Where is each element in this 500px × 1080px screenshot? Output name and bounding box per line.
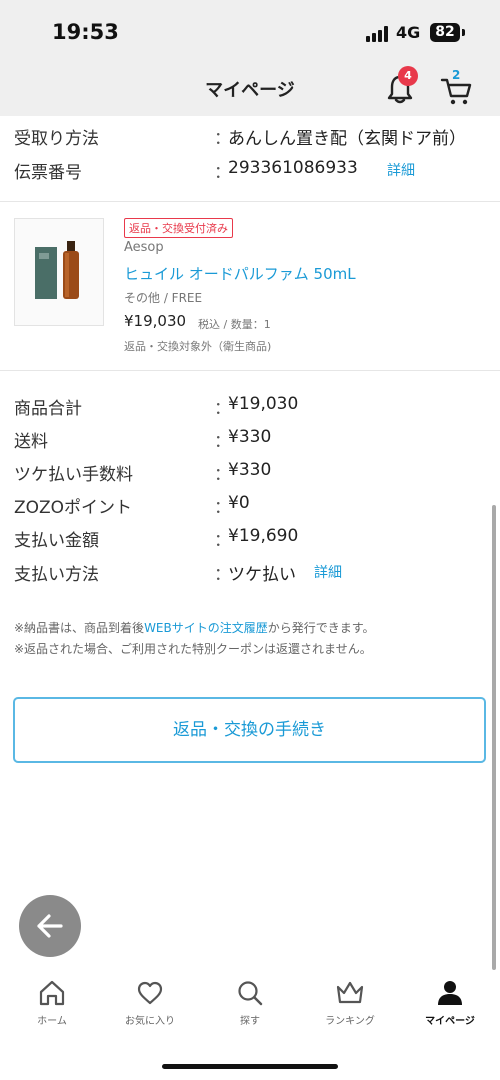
tracking-number-row: 伝票番号 ： 293361086933 詳細: [14, 158, 494, 184]
network-type: 4G: [396, 23, 421, 42]
shipping-method-value: あんしん置き配（玄関ドア前）: [228, 129, 466, 149]
tracking-number-value: 293361086933: [228, 158, 358, 178]
summary-row: 商品合計 ： ¥19,030: [14, 394, 494, 420]
summary-label: 送料: [14, 432, 48, 452]
heart-icon: [137, 981, 163, 1005]
summary-row: 支払い方法 ： ツケ払い 詳細: [14, 560, 494, 586]
status-time: 19:53: [52, 20, 119, 44]
tab-home[interactable]: ホーム: [2, 978, 102, 1027]
home-indicator: [162, 1064, 338, 1069]
shipping-method-row: 受取り方法 ： あんしん置き配（玄関ドア前）: [14, 124, 494, 150]
tab-label: マイページ: [425, 1016, 475, 1027]
return-status-tag: 返品・交換受付済み: [124, 218, 233, 238]
back-button[interactable]: [19, 895, 81, 957]
order-history-link[interactable]: WEBサイトの注文履歴: [144, 621, 268, 635]
divider: [0, 201, 500, 202]
summary-value: ¥19,030: [228, 394, 299, 414]
person-icon: [438, 981, 462, 1005]
cart-count: 2: [452, 68, 461, 82]
tab-label: ランキング: [325, 1016, 375, 1027]
tracking-number-label: 伝票番号: [14, 163, 82, 183]
tab-search[interactable]: 探す: [200, 978, 300, 1027]
crown-icon: [336, 981, 364, 1004]
product-name-link[interactable]: ヒュイル オードパルファム 50mL: [124, 263, 356, 284]
summary-label: 商品合計: [14, 399, 82, 419]
product-variant: その他 / FREE: [124, 291, 203, 305]
tab-favorites[interactable]: お気に入り: [100, 978, 200, 1027]
tab-label: お気に入り: [125, 1016, 175, 1027]
return-exchange-button[interactable]: 返品・交換の手続き: [13, 697, 486, 763]
summary-value: ¥0: [228, 493, 250, 513]
tab-mypage[interactable]: マイページ: [400, 978, 500, 1027]
tab-label: ホーム: [37, 1016, 67, 1027]
perfume-bottle-image: [35, 241, 79, 299]
summary-label: 支払い金額: [14, 531, 99, 551]
battery-tip: [462, 29, 465, 36]
notification-badge: 4: [398, 66, 418, 86]
summary-row: ツケ払い手数料 ： ¥330: [14, 460, 494, 486]
arrow-left-icon: [37, 914, 63, 938]
home-icon: [39, 980, 65, 1006]
summary-row: ZOZOポイント ： ¥0: [14, 493, 494, 519]
search-icon: [238, 981, 263, 1006]
invoice-note: ※納品書は、商品到着後WEBサイトの注文履歴から発行できます。: [14, 619, 375, 636]
summary-value: ¥330: [228, 460, 272, 480]
return-eligibility-note: 返品・交換対象外（衛生商品): [124, 340, 272, 353]
summary-value: ¥330: [228, 427, 272, 447]
product-price: ¥19,030: [124, 312, 187, 330]
payment-detail-link[interactable]: 詳細: [314, 562, 342, 582]
summary-row: 支払い金額 ： ¥19,690: [14, 526, 494, 552]
product-brand: Aesop: [124, 240, 164, 255]
signal-icon: [366, 26, 390, 42]
summary-row: 送料 ： ¥330: [14, 427, 494, 453]
summary-label: 支払い方法: [14, 565, 99, 585]
tab-ranking[interactable]: ランキング: [300, 978, 400, 1027]
divider: [0, 370, 500, 371]
product-thumbnail[interactable]: [14, 218, 104, 326]
battery-icon: 82: [430, 23, 460, 42]
summary-value: ¥19,690: [228, 526, 299, 546]
note-text: ※納品書は、商品到着後: [14, 621, 145, 635]
summary-label: ZOZOポイント: [14, 498, 133, 518]
scrollbar[interactable]: [492, 505, 496, 970]
tracking-detail-link[interactable]: 詳細: [387, 160, 415, 180]
page-title: マイページ: [205, 80, 295, 101]
status-bar: 19:53 4G 82: [0, 0, 500, 62]
coupon-note: ※返品された場合、ご利用された特別クーポンは返還されません。: [14, 642, 372, 656]
top-bar: 19:53 4G 82 マイページ 4 2: [0, 0, 500, 116]
summary-value: ツケ払い: [228, 565, 296, 585]
tab-label: 探す: [240, 1016, 260, 1027]
summary-label: ツケ払い手数料: [14, 465, 133, 485]
note-text: から発行できます。: [267, 621, 375, 635]
price-meta: 税込 / 数量：1: [198, 318, 271, 331]
product-tag-wrap: 返品・交換受付済み: [124, 217, 484, 238]
shipping-method-label: 受取り方法: [14, 129, 99, 149]
